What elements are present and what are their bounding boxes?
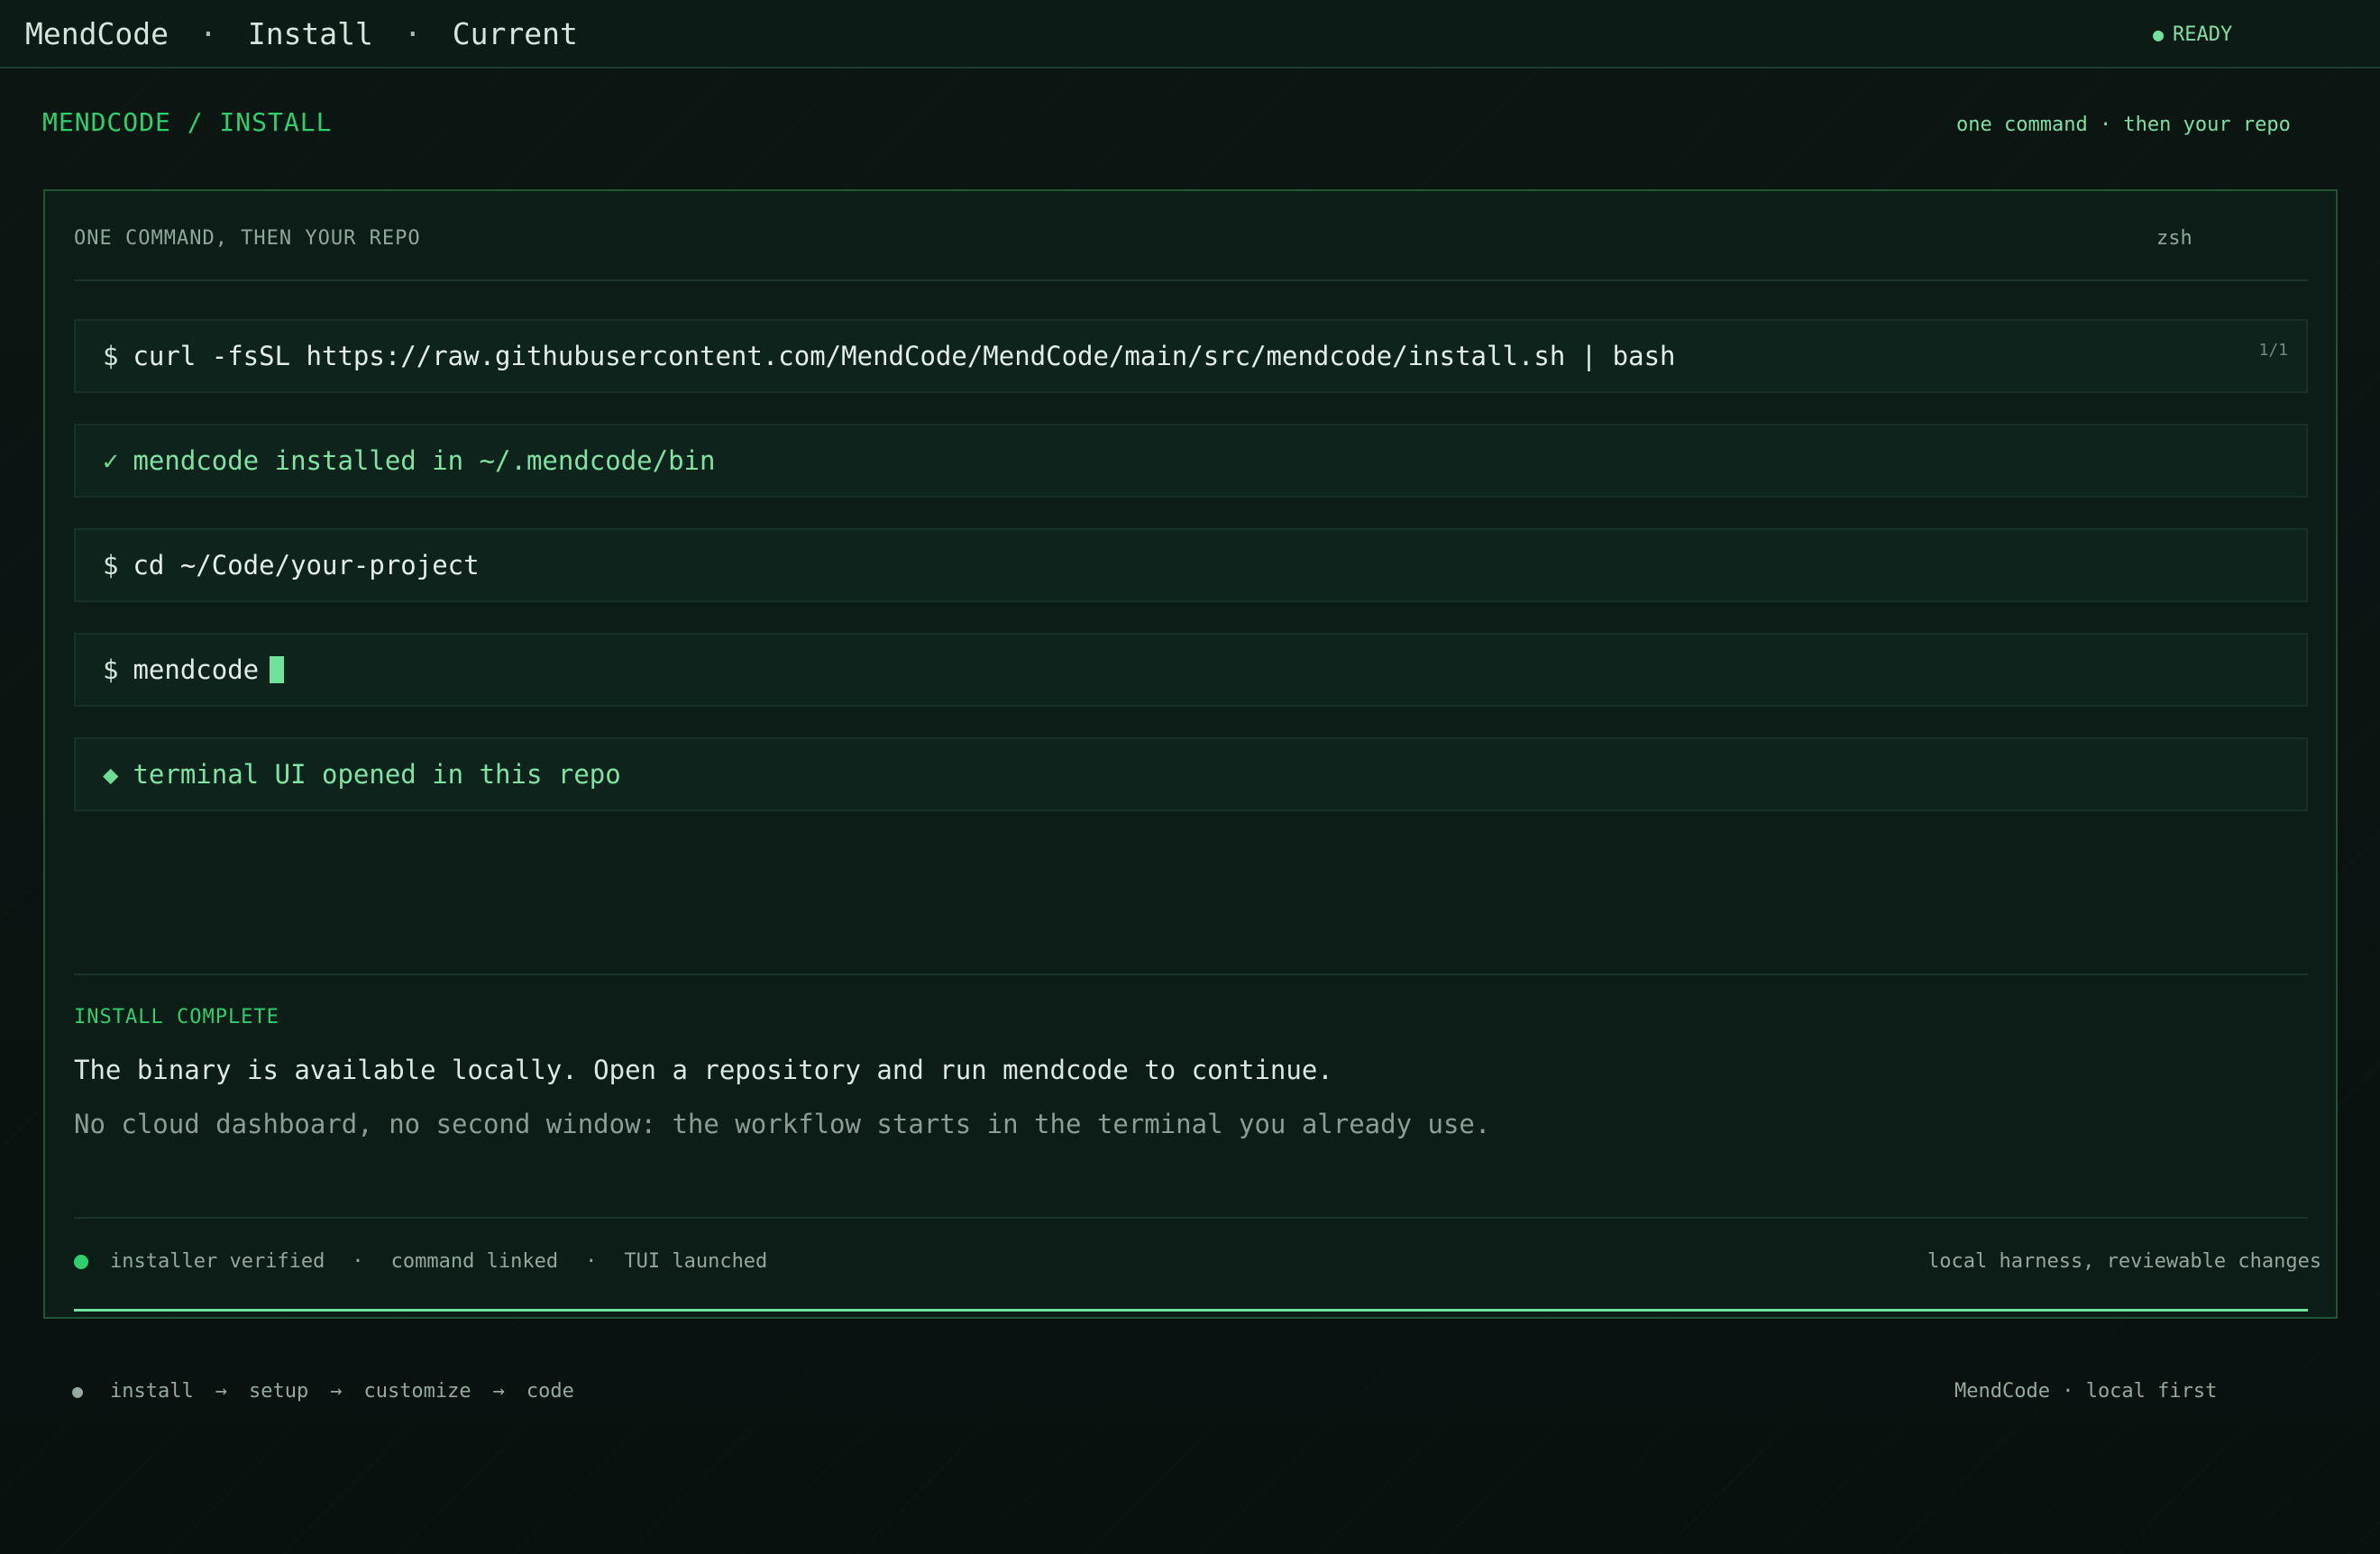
step-install[interactable]: install <box>110 1380 194 1403</box>
check-separator: · <box>585 1250 598 1273</box>
step-setup[interactable]: setup <box>249 1380 308 1403</box>
prompt-symbol: $ <box>103 654 119 685</box>
check-item: installer verified <box>110 1250 325 1273</box>
footer-brand: MendCode · local first <box>1954 1380 2218 1403</box>
status-indicator: ● READY <box>2153 0 2232 69</box>
shell-label: zsh <box>2156 227 2192 250</box>
nav-separator: · <box>198 15 217 51</box>
success-dot-icon <box>74 1254 88 1269</box>
arrow-right-icon: → <box>330 1380 343 1403</box>
arrow-right-icon: → <box>215 1380 227 1403</box>
checkmark-icon: ✓ <box>103 445 119 476</box>
check-item: TUI launched <box>624 1250 768 1273</box>
panel-header: ONE COMMAND, THEN YOUR REPO zsh <box>74 227 2308 281</box>
tagline: one command · then your repo <box>1956 114 2291 136</box>
step-customize[interactable]: customize <box>363 1380 471 1403</box>
verification-checklist: installer verified · command linked · TU… <box>74 1250 767 1273</box>
workflow-steps: install → setup → customize → code <box>110 1380 574 1403</box>
nav-item-current[interactable]: Current <box>453 16 578 51</box>
tui-message: terminal UI opened in this repo <box>133 759 621 790</box>
text-cursor <box>270 656 285 683</box>
diamond-icon: ◆ <box>103 759 119 790</box>
install-complete-label: INSTALL COMPLETE <box>74 1006 279 1028</box>
breadcrumb: MENDCODE / INSTALL <box>42 107 333 137</box>
panel-title: ONE COMMAND, THEN YOUR REPO <box>74 227 421 250</box>
status-label: READY <box>2173 23 2233 46</box>
top-bar: MendCode · Install · Current ● READY <box>0 0 2380 69</box>
terminal-line-curl[interactable]: $ curl -fsSL https://raw.githubuserconte… <box>74 319 2308 393</box>
prompt-symbol: $ <box>103 341 119 371</box>
harness-note: local harness, reviewable changes <box>1927 1250 2322 1273</box>
line-counter: 1/1 <box>2258 341 2288 360</box>
check-item: command linked <box>390 1250 559 1273</box>
terminal-line-mendcode[interactable]: $ mendcode <box>74 633 2308 707</box>
terminal-panel: ONE COMMAND, THEN YOUR REPO zsh $ curl -… <box>43 189 2338 1319</box>
install-complete-message: The binary is available locally. Open a … <box>74 1055 1333 1085</box>
arrow-right-icon: → <box>492 1380 505 1403</box>
top-nav: MendCode · Install · Current <box>25 16 578 51</box>
install-command: curl -fsSL https://raw.githubusercontent… <box>133 341 1676 371</box>
divider <box>74 974 2308 975</box>
step-code[interactable]: code <box>526 1380 574 1403</box>
cd-command: cd ~/Code/your-project <box>133 550 480 580</box>
nav-item-install[interactable]: Install <box>248 16 373 51</box>
nav-separator: · <box>403 15 422 51</box>
status-dot-icon: ● <box>2153 23 2165 45</box>
nav-item-mendcode[interactable]: MendCode <box>25 16 169 51</box>
mendcode-command: mendcode <box>133 654 260 685</box>
terminal-line-cd[interactable]: $ cd ~/Code/your-project <box>74 528 2308 602</box>
divider <box>74 1217 2308 1219</box>
terminal-line-tui: ◆ terminal UI opened in this repo <box>74 737 2308 811</box>
install-complete-subtext: No cloud dashboard, no second window: th… <box>74 1109 1491 1139</box>
check-separator: · <box>352 1250 364 1273</box>
prompt-symbol: $ <box>103 550 119 580</box>
installed-message: mendcode installed in ~/.mendcode/bin <box>133 445 716 476</box>
progress-complete-bar <box>74 1309 2308 1312</box>
footer-bullet-icon: ● <box>72 1380 84 1402</box>
terminal-line-installed: ✓ mendcode installed in ~/.mendcode/bin <box>74 424 2308 498</box>
